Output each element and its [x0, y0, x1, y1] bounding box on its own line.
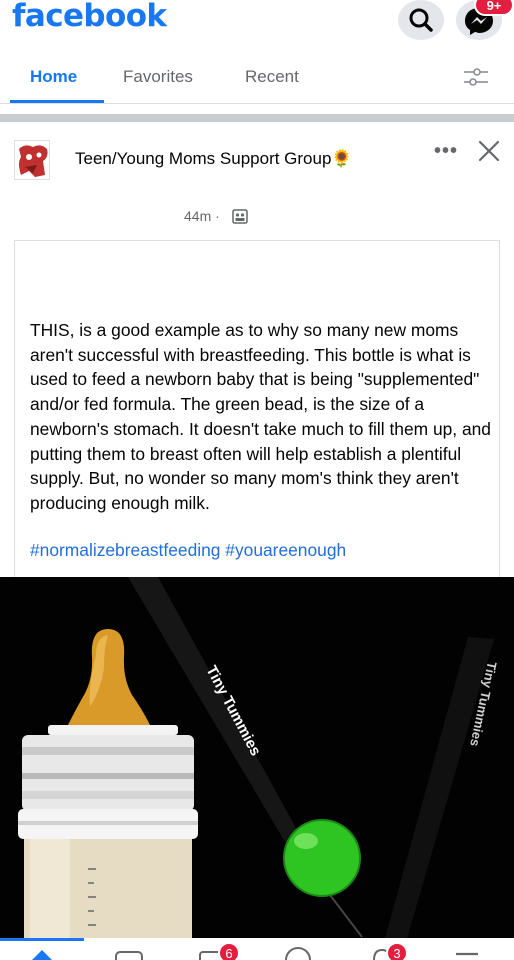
messenger-badge: 9+ [474, 0, 514, 16]
group-name[interactable]: Teen/Young Moms Support Group🌻 [75, 149, 353, 169]
bottom-navigation: 6 3 [0, 938, 514, 960]
active-tab-indicator [10, 100, 104, 103]
search-button[interactable] [398, 0, 444, 40]
marketplace-badge: 6 [218, 942, 240, 960]
groups-icon[interactable] [284, 944, 312, 960]
post-timestamp: 44m · [184, 208, 220, 224]
menu-icon[interactable] [454, 944, 480, 960]
tab-recent[interactable]: Recent [245, 67, 299, 87]
group-privacy-icon [232, 209, 248, 224]
tab-favorites[interactable]: Favorites [123, 67, 193, 87]
active-nav-indicator [0, 938, 84, 941]
post-hashtags[interactable]: #normalizebreastfeeding #youareenough [30, 540, 346, 561]
watch-icon[interactable] [114, 944, 144, 960]
filter-icon[interactable] [462, 66, 490, 88]
post-text: THIS, is a good example as to why so man… [30, 320, 491, 513]
notifications-badge: 3 [386, 942, 408, 960]
section-divider [0, 114, 514, 122]
home-icon[interactable] [30, 944, 54, 960]
more-options-icon[interactable]: ••• [434, 140, 458, 163]
feed-tabs: Home Favorites Recent [0, 50, 514, 104]
group-avatar[interactable] [14, 140, 50, 180]
close-icon[interactable] [476, 138, 502, 164]
tab-home[interactable]: Home [30, 67, 77, 87]
top-header: facebook 9+ [0, 0, 514, 46]
search-icon [409, 8, 433, 32]
facebook-app: facebook 9+ Home Favorites Recent Teen/Y… [0, 0, 514, 960]
facebook-logo[interactable]: facebook [12, 0, 167, 34]
post-photo[interactable]: Tiny Tummies Tiny Tummies [0, 577, 514, 942]
